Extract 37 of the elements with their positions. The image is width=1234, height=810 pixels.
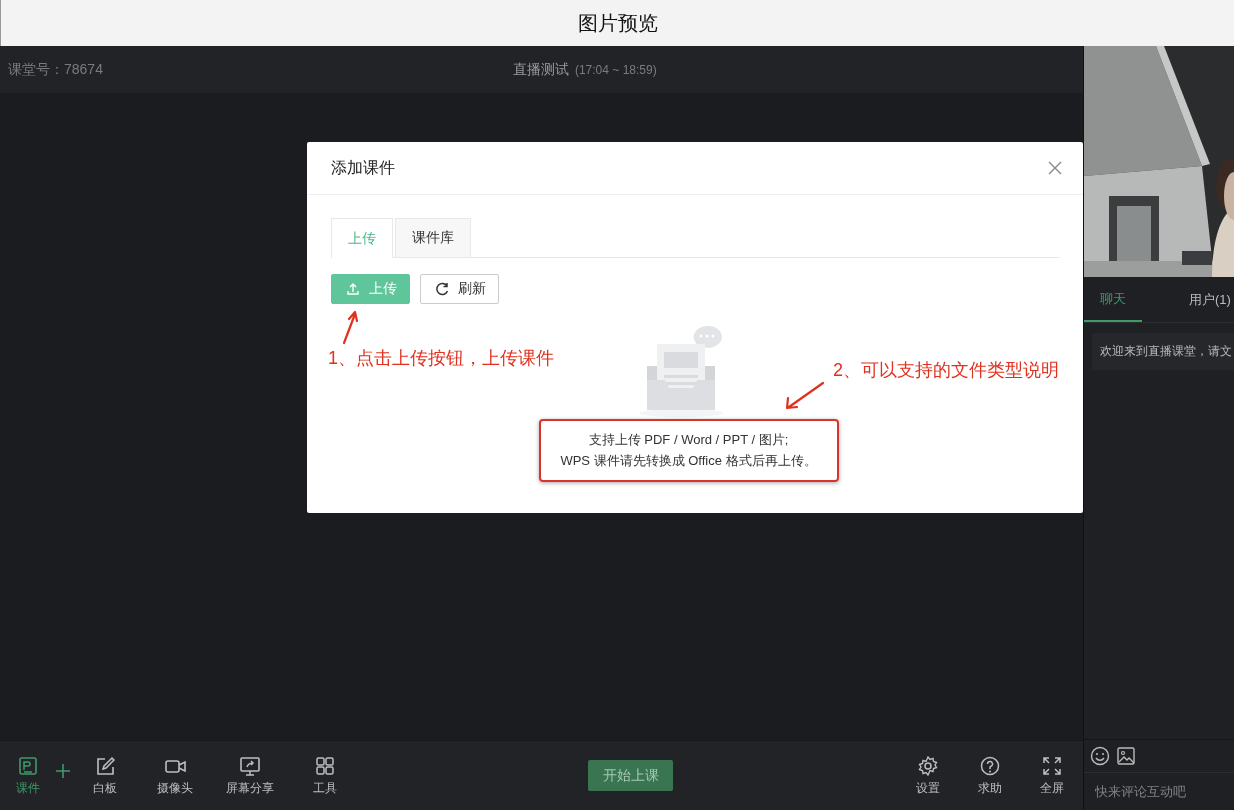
monitor-icon xyxy=(239,754,261,777)
annotation-arrow xyxy=(783,380,827,412)
window-title: 图片预览 xyxy=(577,10,658,36)
slides-icon xyxy=(17,754,39,777)
room-number: 课堂号：78674 xyxy=(8,60,103,79)
edit-icon xyxy=(94,754,116,777)
toolbar-button[interactable]: 求助 xyxy=(959,750,1021,801)
comment-field[interactable]: 快来评论互动吧 xyxy=(1084,773,1234,810)
image-icon[interactable] xyxy=(1116,746,1136,766)
grid-icon xyxy=(314,754,336,777)
format-hint: WPS 课件请先转换成 Office 格式后再上传。 xyxy=(560,452,817,470)
refresh-button[interactable]: 刷新 xyxy=(420,274,499,304)
settings-icon xyxy=(917,754,939,777)
tab[interactable]: 用户(1) xyxy=(1142,277,1231,322)
tab[interactable]: 课件库 xyxy=(395,218,471,257)
course-title: 直播测试 xyxy=(512,60,569,79)
toolbar-button[interactable]: 摄像头 xyxy=(140,750,210,801)
format-hint: 支持上传 PDF / Word / PPT / 图片; xyxy=(588,431,789,449)
tab[interactable]: 聊天 xyxy=(1084,277,1142,322)
toolbar-button[interactable]: 设置 xyxy=(897,750,959,801)
annotation-text: 1、点击上传按钮，上传课件 xyxy=(328,347,554,370)
toolbar-button[interactable]: 屏幕分享 xyxy=(210,750,290,801)
refresh-icon xyxy=(433,281,450,297)
add-icon[interactable] xyxy=(56,763,70,778)
chat-message: 欢迎来到直播课堂，请文 xyxy=(1092,333,1234,370)
toolbar-button[interactable]: 课件 xyxy=(0,750,56,801)
fullscreen-icon xyxy=(1041,754,1063,777)
toolbar-button[interactable]: 白板 xyxy=(70,750,140,801)
upload-icon xyxy=(344,281,361,297)
close-icon[interactable] xyxy=(1047,160,1063,176)
course-time: (17:04 ~ 18:59) xyxy=(574,62,657,77)
toolbar-button[interactable]: 全屏 xyxy=(1021,750,1083,801)
annotation-text: 2、可以支持的文件类型说明 xyxy=(833,359,1059,382)
emoji-icon[interactable] xyxy=(1090,746,1110,766)
help-icon xyxy=(979,754,1001,777)
toolbar-button[interactable]: 工具 xyxy=(290,750,360,801)
dialog-title: 添加课件 xyxy=(331,157,395,178)
